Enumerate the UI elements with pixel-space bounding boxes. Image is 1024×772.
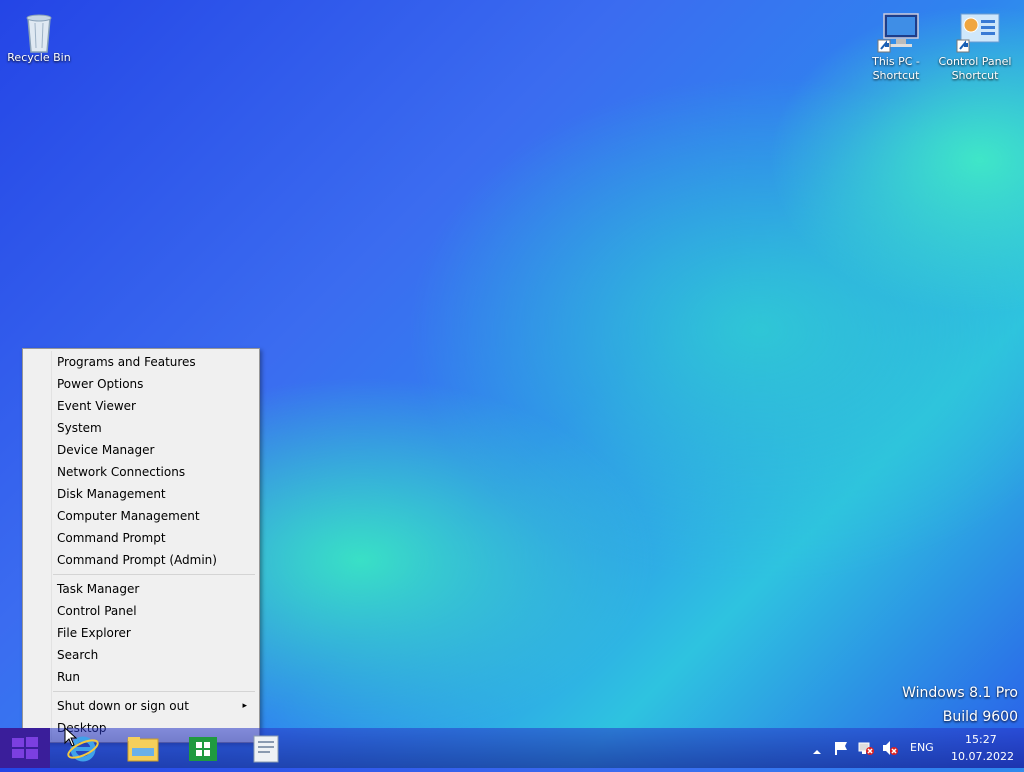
volume-button[interactable] <box>881 740 899 760</box>
menu-item-programs-and-features[interactable]: Programs and Features <box>57 351 255 373</box>
menu-item-network-connections[interactable]: Network Connections <box>57 461 255 483</box>
menu-item-command-prompt[interactable]: Command Prompt <box>57 527 255 549</box>
document-icon <box>253 735 279 763</box>
clock-time[interactable]: 15:27 <box>965 733 997 746</box>
this-pc-shortcut[interactable]: This PC - Shortcut <box>860 12 932 83</box>
menu-item-event-viewer[interactable]: Event Viewer <box>57 395 255 417</box>
winx-context-menu: Programs and Features Power Options Even… <box>22 348 260 743</box>
menu-item-label: Shut down or sign out <box>57 699 189 713</box>
trash-icon <box>19 8 59 53</box>
menu-item-power-options[interactable]: Power Options <box>57 373 255 395</box>
network-status-button[interactable] <box>857 740 875 760</box>
menu-item-computer-management[interactable]: Computer Management <box>57 505 255 527</box>
start-button[interactable] <box>0 728 50 768</box>
menu-item-disk-management[interactable]: Disk Management <box>57 483 255 505</box>
computer-monitor-icon <box>876 12 919 53</box>
show-hidden-icons-button[interactable] <box>812 742 822 754</box>
os-watermark-build: Build 9600 <box>942 709 1018 725</box>
action-center-button[interactable] <box>833 740 849 760</box>
taskbar: ENG 15:27 10.07.2022 <box>0 728 1024 768</box>
windows-logo-icon <box>12 737 38 759</box>
menu-item-control-panel[interactable]: Control Panel <box>57 600 255 622</box>
menu-item-task-manager[interactable]: Task Manager <box>57 578 255 600</box>
chevron-up-icon <box>813 750 821 754</box>
menu-item-device-manager[interactable]: Device Manager <box>57 439 255 461</box>
this-pc-label: This PC - Shortcut <box>872 55 920 82</box>
menu-separator <box>53 691 255 692</box>
menu-separator <box>53 574 255 575</box>
document-app-button[interactable] <box>236 728 294 768</box>
clock-date[interactable]: 10.07.2022 <box>951 750 1014 763</box>
flag-icon <box>835 742 847 755</box>
store-button[interactable] <box>174 728 232 768</box>
control-panel-shortcut[interactable]: Control Panel Shortcut <box>937 12 1013 83</box>
menu-item-file-explorer[interactable]: File Explorer <box>57 622 255 644</box>
recycle-bin-label: Recycle Bin <box>7 51 71 64</box>
menu-item-system[interactable]: System <box>57 417 255 439</box>
control-panel-label: Control Panel Shortcut <box>938 55 1012 82</box>
volume-muted-icon <box>883 741 898 755</box>
network-disconnected-icon <box>858 742 874 755</box>
store-icon <box>189 737 217 761</box>
menu-item-run[interactable]: Run <box>57 666 255 688</box>
recycle-bin-icon[interactable]: Recycle Bin <box>3 8 75 65</box>
control-panel-icon <box>955 12 1000 53</box>
internet-explorer-button[interactable] <box>54 728 112 768</box>
menu-item-search[interactable]: Search <box>57 644 255 666</box>
folder-icon <box>127 737 159 762</box>
os-watermark-edition: Windows 8.1 Pro <box>902 685 1018 701</box>
internet-explorer-icon <box>67 736 99 762</box>
mouse-pointer-icon <box>64 726 78 751</box>
submenu-arrow-icon: ▸ <box>242 701 247 711</box>
menu-item-command-prompt-admin[interactable]: Command Prompt (Admin) <box>57 549 255 571</box>
language-indicator[interactable]: ENG <box>910 741 934 754</box>
file-explorer-button[interactable] <box>114 728 172 768</box>
menu-gutter <box>51 351 52 740</box>
menu-item-shut-down-or-sign-out[interactable]: Shut down or sign out ▸ <box>57 695 255 717</box>
